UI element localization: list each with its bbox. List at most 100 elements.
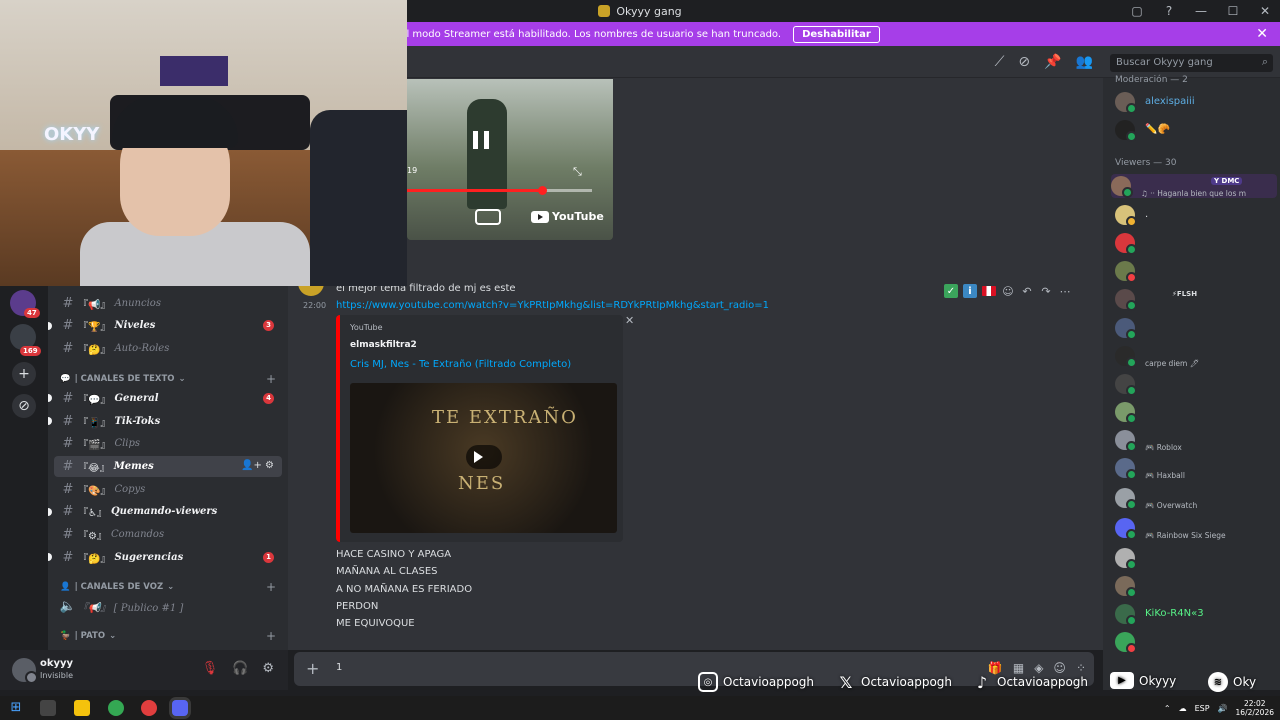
member-item[interactable] bbox=[1115, 546, 1275, 570]
category-voice-channels[interactable]: 👤 | CANALES DE VOZ ⌄ bbox=[60, 582, 174, 592]
banner-close-icon[interactable]: ✕ bbox=[1256, 26, 1268, 42]
close-window-button[interactable]: ✕ bbox=[1256, 4, 1274, 18]
avatar[interactable] bbox=[1115, 120, 1137, 142]
avatar[interactable] bbox=[1115, 289, 1137, 311]
avatar[interactable] bbox=[1115, 92, 1137, 114]
avatar[interactable] bbox=[1115, 233, 1137, 255]
channel-auto-roles[interactable]: # 『🤔』 Auto-Roles bbox=[54, 338, 282, 359]
embed-provider[interactable]: YouTube bbox=[350, 323, 383, 332]
create-channel-icon[interactable]: + bbox=[266, 372, 276, 386]
reply-icon[interactable]: ↶ bbox=[1020, 284, 1034, 298]
member-item[interactable] bbox=[1115, 574, 1275, 598]
avatar[interactable] bbox=[1115, 346, 1137, 368]
maximize-button[interactable]: ☐ bbox=[1224, 4, 1242, 18]
avatar[interactable] bbox=[1111, 176, 1133, 198]
create-channel-icon[interactable]: + bbox=[266, 580, 276, 594]
channel-anuncios[interactable]: # 『📢』 Anuncios bbox=[54, 293, 282, 314]
avatar[interactable] bbox=[1115, 632, 1137, 654]
channel-comandos[interactable]: # 『⚙』 Comandos bbox=[54, 524, 282, 545]
member-item[interactable] bbox=[1115, 372, 1275, 396]
avatar[interactable] bbox=[1115, 548, 1137, 570]
avatar[interactable] bbox=[1115, 205, 1137, 227]
explore-icon[interactable]: ⊘ bbox=[12, 394, 36, 418]
file-explorer-icon[interactable] bbox=[74, 700, 90, 716]
channel-niveles[interactable]: # 『🏆』 Niveles 3 bbox=[54, 315, 282, 336]
voice-channel-publico[interactable]: 🔈 『📢』 [ Publico #1 ] bbox=[54, 596, 282, 617]
add-server-icon[interactable]: + bbox=[12, 362, 36, 386]
embed-author[interactable]: elmaskfiltra2 bbox=[350, 340, 417, 350]
volume-icon[interactable]: 🔊 bbox=[1218, 704, 1228, 713]
channel-quemando-viewers[interactable]: # 『♿』 Quemando-viewers bbox=[54, 501, 282, 522]
avatar[interactable] bbox=[1115, 430, 1137, 452]
member-item[interactable]: ✏️🥐 bbox=[1115, 118, 1275, 142]
member-item[interactable]: ⚡FLSH bbox=[1115, 287, 1275, 311]
avatar[interactable] bbox=[1115, 518, 1137, 540]
avatar[interactable] bbox=[1115, 458, 1137, 480]
member-item[interactable]: 🎮 Roblox bbox=[1115, 428, 1275, 452]
network-icon[interactable]: ☁ bbox=[1179, 704, 1187, 713]
more-options-icon[interactable]: ⋯ bbox=[1058, 284, 1072, 298]
expand-icon[interactable]: ⤡ bbox=[573, 165, 582, 179]
progress-handle[interactable] bbox=[538, 186, 548, 195]
avatar[interactable] bbox=[1115, 374, 1137, 396]
forward-icon[interactable]: ↷ bbox=[1039, 284, 1053, 298]
avatar[interactable] bbox=[1115, 604, 1137, 626]
member-item[interactable]: carpe diem 🖊 bbox=[1115, 344, 1275, 368]
member-item[interactable] bbox=[1115, 259, 1275, 283]
member-item[interactable]: 🎮 Overwatch bbox=[1115, 486, 1275, 510]
avatar[interactable] bbox=[1115, 318, 1137, 340]
channel-general[interactable]: # 『💬』 General 4 bbox=[54, 388, 282, 409]
peru-flag-icon[interactable] bbox=[982, 286, 996, 296]
member-item[interactable]: alexispaiii bbox=[1115, 90, 1275, 114]
avatar[interactable] bbox=[1115, 261, 1137, 283]
channel-settings-icon[interactable]: 👤+ ⚙ bbox=[241, 460, 274, 471]
avatar[interactable] bbox=[1115, 576, 1137, 598]
channel-tik-toks[interactable]: # 『📱』 Tik-Toks bbox=[54, 411, 282, 432]
member-item[interactable] bbox=[1115, 231, 1275, 255]
remove-embed-icon[interactable]: ✕ bbox=[625, 314, 634, 327]
channel-clips[interactable]: # 『🎬』 Clips bbox=[54, 433, 282, 454]
tray-overflow-icon[interactable]: ⌃ bbox=[1164, 704, 1171, 713]
windows-start-icon[interactable]: ⊞ bbox=[8, 700, 24, 716]
check-reaction-icon[interactable]: ✓ bbox=[944, 284, 958, 298]
chrome-icon[interactable] bbox=[108, 700, 124, 716]
camera-icon[interactable] bbox=[475, 209, 501, 225]
language-indicator[interactable]: ESP bbox=[1195, 704, 1210, 713]
disable-streamer-button[interactable]: Deshabilitar bbox=[793, 25, 880, 43]
channel-memes[interactable]: # 『😂』 Memes 👤+ ⚙ bbox=[54, 456, 282, 477]
member-item[interactable]: 🎮 Rainbow Six Siege bbox=[1115, 516, 1275, 540]
message-link[interactable]: https://www.youtube.com/watch?v=YkPRtIpM… bbox=[336, 300, 769, 311]
member-item[interactable]: 🎮 Haxball bbox=[1115, 456, 1275, 480]
video-embed-top[interactable]: 19 ⤡ YouTube bbox=[407, 79, 613, 240]
avatar[interactable] bbox=[1115, 488, 1137, 510]
member-item[interactable]: Y DMC ♫ ·· Haganla bien que los m bbox=[1111, 174, 1277, 198]
member-item[interactable]: . bbox=[1115, 203, 1275, 227]
inbox-icon[interactable]: ▢ bbox=[1128, 4, 1146, 18]
member-item[interactable] bbox=[1115, 630, 1275, 654]
members-icon[interactable]: 👥 bbox=[1076, 54, 1093, 70]
pin-icon[interactable]: 📌 bbox=[1044, 54, 1061, 70]
member-item[interactable] bbox=[1115, 400, 1275, 424]
media-app-icon[interactable] bbox=[40, 700, 56, 716]
category-pato[interactable]: 🦆 | PATO ⌄ bbox=[60, 631, 116, 641]
minimize-button[interactable]: — bbox=[1192, 4, 1210, 18]
channel-sugerencias[interactable]: # 『🤔』 Sugerencias 1 bbox=[54, 547, 282, 568]
member-item[interactable] bbox=[1115, 316, 1275, 340]
help-icon[interactable]: ? bbox=[1160, 4, 1178, 18]
play-icon[interactable] bbox=[466, 445, 502, 469]
mute-icon[interactable]: ⊘ bbox=[1018, 54, 1030, 70]
embed-thumbnail[interactable]: TE EXTRAÑO NES bbox=[350, 383, 617, 533]
clock[interactable]: 22:02 16/2/2026 bbox=[1236, 699, 1274, 717]
app-icon[interactable] bbox=[141, 700, 157, 716]
embed-title[interactable]: Cris MJ, Nes - Te Extraño (Filtrado Comp… bbox=[350, 359, 571, 370]
info-reaction-icon[interactable]: i bbox=[963, 284, 977, 298]
discord-icon[interactable] bbox=[172, 700, 188, 716]
video-progress-bar[interactable] bbox=[407, 186, 592, 195]
add-reaction-icon[interactable]: ☺ bbox=[1001, 284, 1015, 298]
channel-copys[interactable]: # 『🎨』 Copys bbox=[54, 479, 282, 500]
search-input[interactable]: Buscar Okyyy gang ⌕ bbox=[1110, 54, 1273, 72]
category-text-channels[interactable]: 💬 | CANALES DE TEXTO ⌄ bbox=[60, 374, 186, 384]
member-item[interactable]: KiKo-R4N«3 bbox=[1115, 602, 1275, 626]
pause-icon[interactable] bbox=[473, 131, 489, 149]
avatar[interactable] bbox=[1115, 402, 1137, 424]
